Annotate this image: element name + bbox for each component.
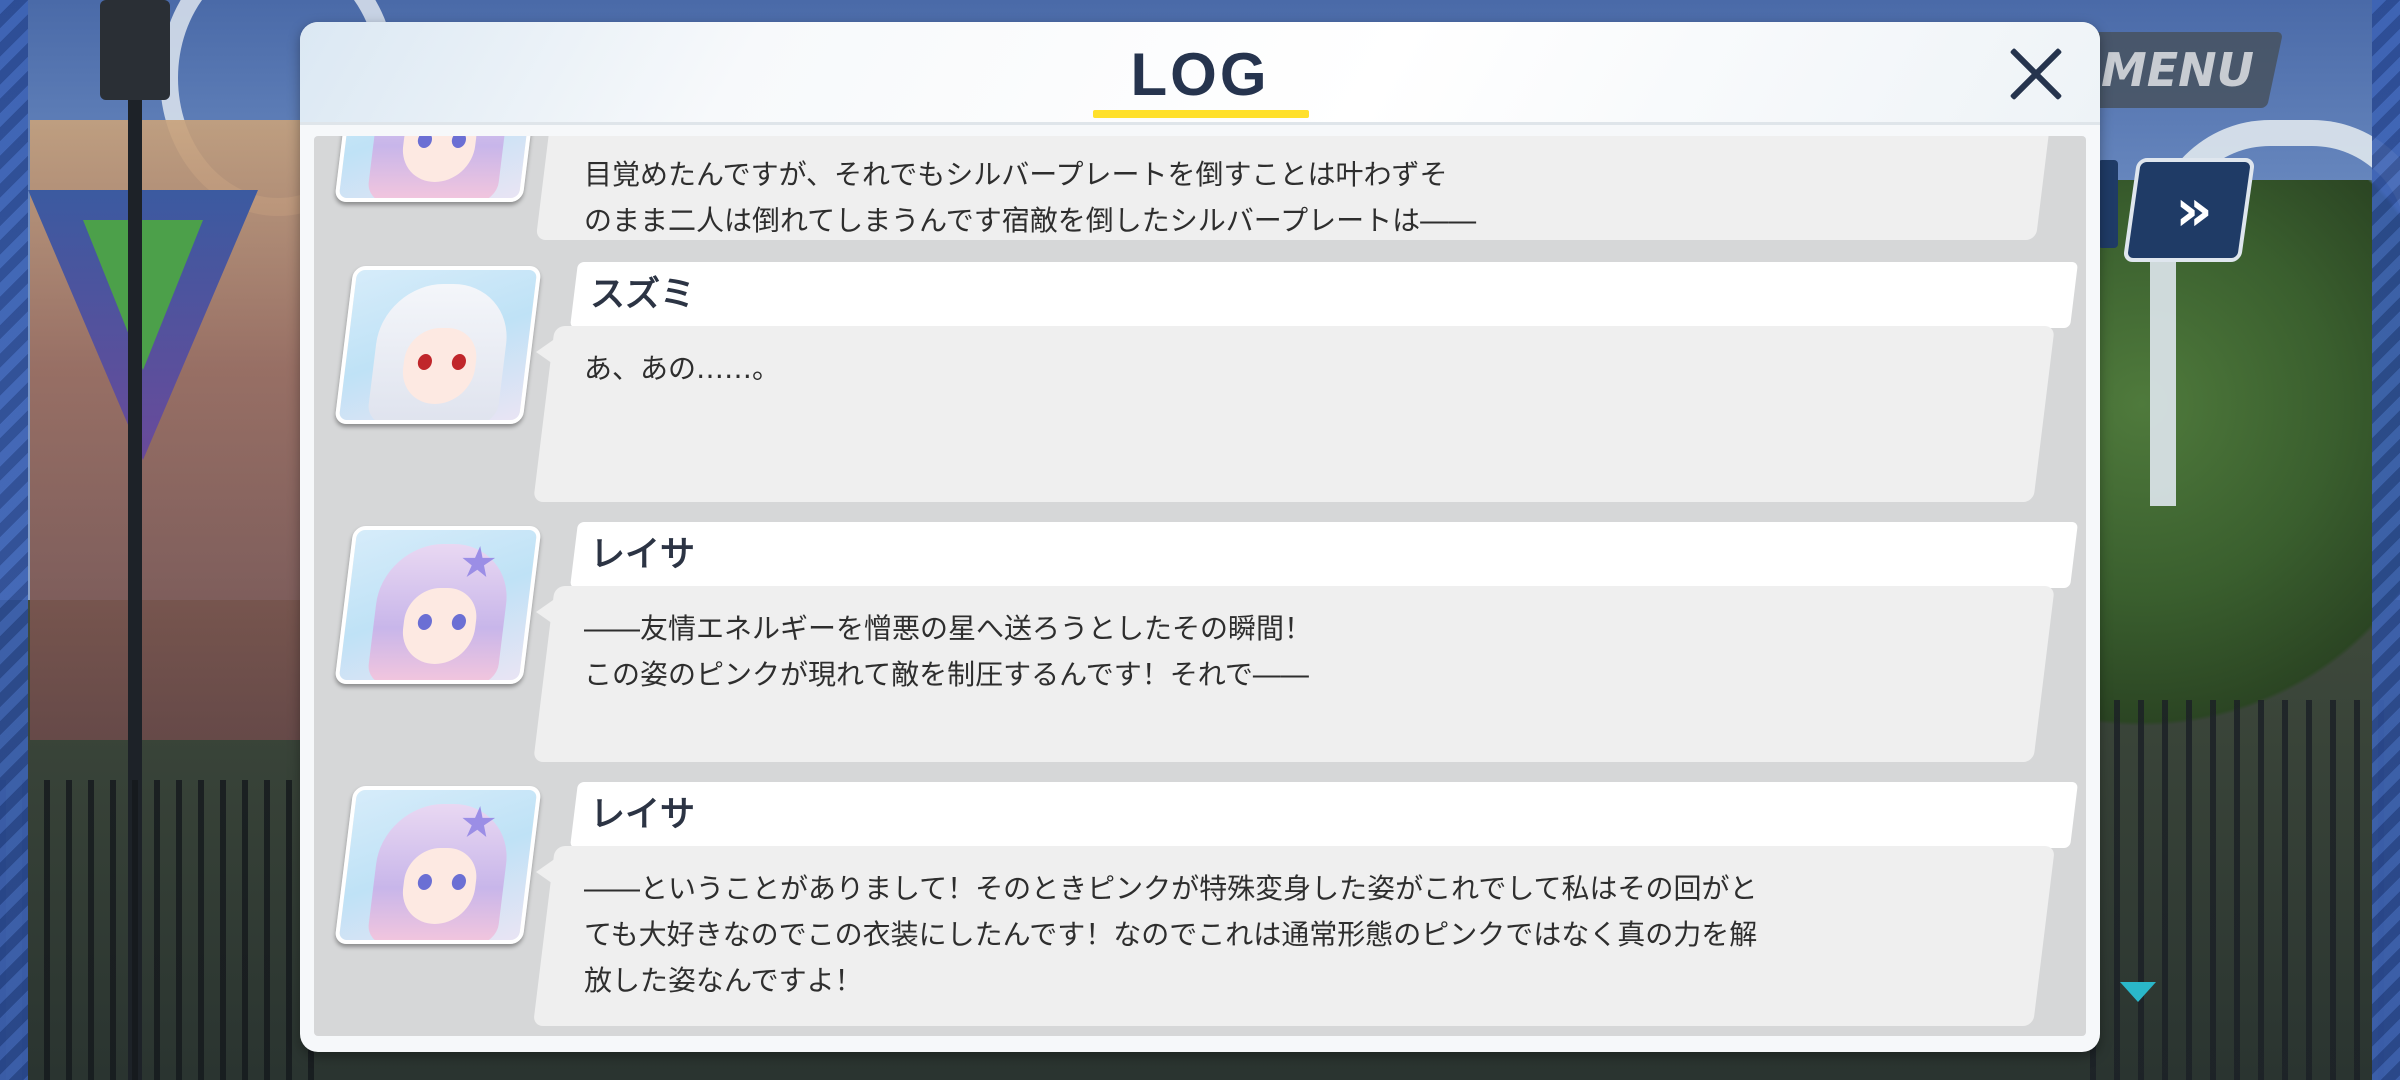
log-panel: LOG 目覚めたんですが、それでもシルバープレートを倒すことは叶わずそ のまま二… xyxy=(300,22,2100,1052)
reisa-avatar xyxy=(334,526,542,684)
dialogue-line: のまま二人は倒れてしまうんです宿敵を倒したシルバープレートは―― xyxy=(584,204,1477,237)
frame-stripe-left xyxy=(0,0,28,1080)
bubble-tail xyxy=(536,598,556,626)
fence-left xyxy=(0,780,330,1080)
dialogue-line: ても大好きなのでこの衣装にしたんです！なのでこれは通常形態のピンクではなく真の力… xyxy=(584,918,1758,951)
dialogue-text: ――ということがありまして！そのときピンクが特殊変身した姿がこれでして私はその回… xyxy=(584,866,1884,1004)
dialogue-line: 目覚めたんですが、それでもシルバープレートを倒すことは叶わずそ xyxy=(584,158,1448,191)
dialogue-text: あ、あの……。 xyxy=(584,346,1884,392)
bubble-tail xyxy=(536,338,556,366)
dialogue-line: 放した姿なんですよ！ xyxy=(584,964,863,997)
auto-button[interactable] xyxy=(2098,160,2118,248)
speaker-name: レイサ xyxy=(590,795,696,835)
dialogue-text: ――友情エネルギーを憎悪の星へ送ろうとしたその瞬間！ この姿のピンクが現れて敵を… xyxy=(584,606,1884,698)
header-divider xyxy=(300,122,2100,125)
title-underline xyxy=(1093,110,1309,118)
double-chevron-right-icon: » xyxy=(2175,176,2203,244)
reisa-avatar xyxy=(334,786,542,944)
speaker-namebar xyxy=(569,262,2079,328)
frame-stripe-right xyxy=(2372,0,2400,1080)
suzumi-avatar xyxy=(334,266,542,424)
reisa-avatar xyxy=(334,136,542,202)
fast-forward-button[interactable]: » xyxy=(2122,158,2256,262)
dialogue-line: この姿のピンクが現れて敵を制圧するんです！それで―― xyxy=(584,658,1309,691)
close-icon[interactable] xyxy=(2000,38,2070,108)
menu-button-label: MENU xyxy=(2100,43,2255,97)
log-title: LOG xyxy=(1130,41,1270,108)
log-list[interactable]: 目覚めたんですが、それでもシルバープレートを倒すことは叶わずそ のまま二人は倒れ… xyxy=(314,136,2086,1036)
speaker-name: レイサ xyxy=(590,535,696,575)
fence-right xyxy=(2090,700,2400,1080)
dialogue-line: ――友情エネルギーを憎悪の星へ送ろうとしたその瞬間！ xyxy=(584,612,1313,645)
dialogue-line: あ、あの……。 xyxy=(584,352,781,385)
scroll-down-icon[interactable] xyxy=(2120,982,2156,1002)
dialogue-text: 目覚めたんですが、それでもシルバープレートを倒すことは叶わずそ のまま二人は倒れ… xyxy=(584,152,1884,244)
speaker-namebar xyxy=(569,782,2079,848)
menu-button[interactable]: MENU xyxy=(2071,32,2284,108)
bubble-tail xyxy=(536,858,556,886)
lamp-head xyxy=(100,0,170,100)
speaker-name: スズミ xyxy=(590,275,696,315)
speaker-namebar xyxy=(569,522,2079,588)
dialogue-line: ――ということがありまして！そのときピンクが特殊変身した姿がこれでして私はその回… xyxy=(584,872,1758,905)
